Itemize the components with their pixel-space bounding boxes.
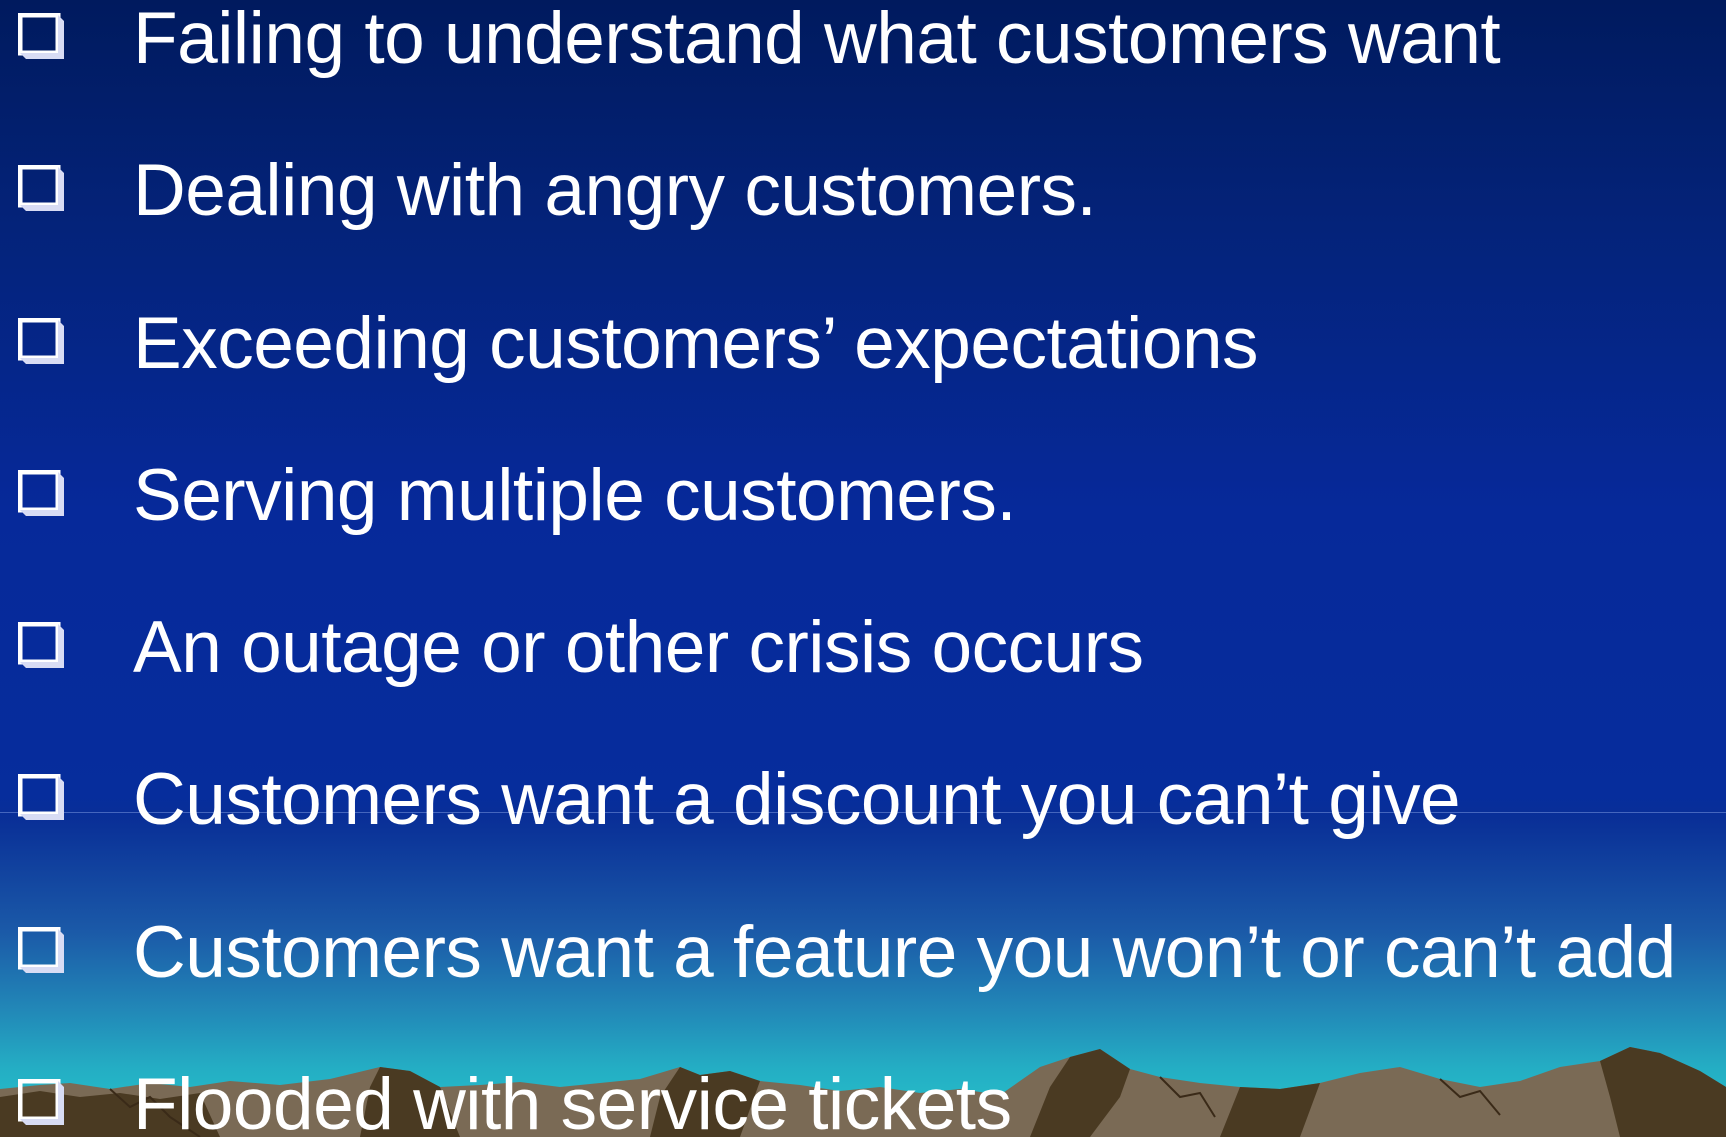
list-item: Customers want a discount you can’t give	[0, 761, 1726, 861]
bullet-text: Failing to understand what customers wan…	[133, 0, 1501, 79]
checkbox-icon	[18, 622, 64, 668]
bullet-text: An outage or other crisis occurs	[133, 607, 1144, 688]
bullet-text: Customers want a feature you won’t or ca…	[133, 912, 1676, 993]
checkbox-icon	[18, 774, 64, 820]
bullet-text: Dealing with angry customers.	[133, 150, 1097, 231]
bullet-text: Flooded with service tickets	[133, 1064, 1012, 1137]
list-item: An outage or other crisis occurs	[0, 609, 1726, 709]
list-item: Failing to understand what customers wan…	[0, 0, 1726, 100]
list-item: Serving multiple customers.	[0, 457, 1726, 557]
list-item: Customers want a feature you won’t or ca…	[0, 914, 1726, 1014]
checkbox-icon	[18, 470, 64, 516]
checkbox-icon	[18, 1079, 64, 1125]
checkbox-icon	[18, 318, 64, 364]
checkbox-icon	[18, 927, 64, 973]
list-item: Flooded with service tickets	[0, 1066, 1726, 1137]
slide: Failing to understand what customers wan…	[0, 0, 1726, 1137]
checkbox-icon	[18, 13, 64, 59]
bullet-text: Serving multiple customers.	[133, 455, 1017, 536]
list-item: Dealing with angry customers.	[0, 152, 1726, 252]
bullet-text: Customers want a discount you can’t give	[133, 759, 1461, 840]
checkbox-icon	[18, 165, 64, 211]
bullet-text: Exceeding customers’ expectations	[133, 303, 1259, 384]
list-item: Exceeding customers’ expectations	[0, 305, 1726, 405]
